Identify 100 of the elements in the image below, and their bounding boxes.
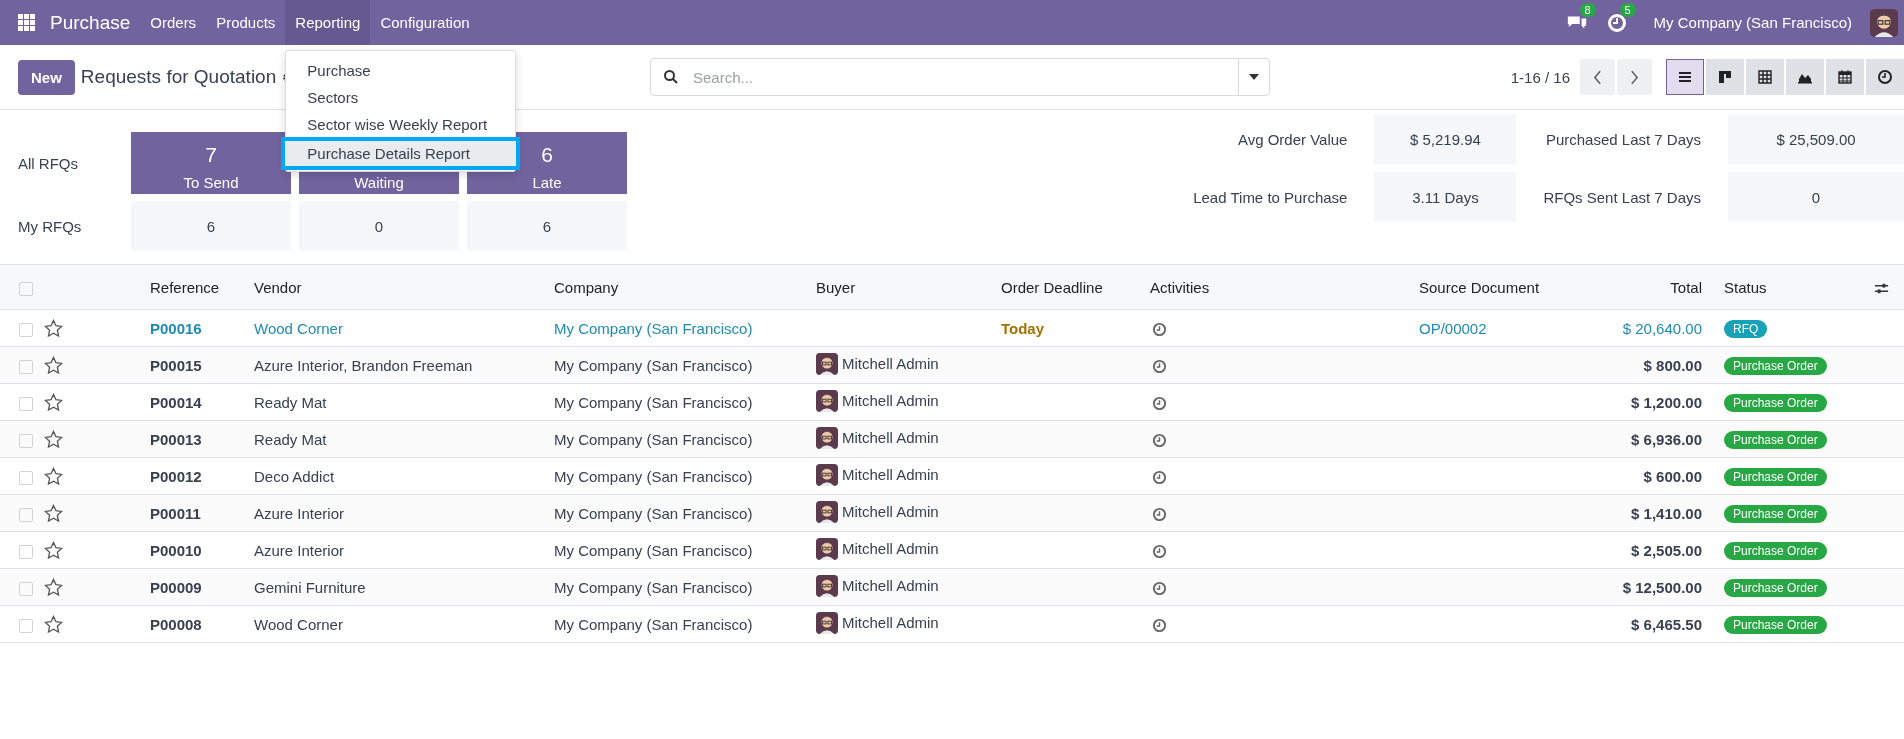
clock-icon[interactable] [1152,543,1167,559]
reference-cell: P00012 [150,467,202,485]
status-badge: Purchase Order [1724,504,1827,523]
clock-icon[interactable] [1152,432,1167,448]
avatar-icon [816,426,838,449]
column-header[interactable]: Company [554,278,619,296]
row-checkbox[interactable] [19,433,33,448]
clock-icon[interactable] [1605,12,1628,33]
company-cell: My Company (San Francisco) [554,356,753,374]
activity-count: 5 [1619,2,1636,17]
row-checkbox[interactable] [19,322,33,337]
clock-icon[interactable] [1152,617,1167,633]
buyer-cell: Mitchell Admin [842,540,939,557]
chevron-right-icon [1630,69,1639,85]
clock-icon[interactable] [1152,506,1167,522]
app-name[interactable]: Purchase [50,11,131,34]
clock-icon[interactable] [1152,358,1167,374]
clock-icon[interactable] [1152,580,1167,596]
row-checkbox[interactable] [19,359,33,374]
row-label: My RFQs [18,217,83,235]
star-icon[interactable] [44,540,63,560]
list-view-button[interactable] [1666,59,1704,95]
my-rfq-count[interactable]: 6 [131,201,291,251]
column-header[interactable]: Status [1724,278,1767,296]
rfq-count-tile[interactable]: 7 To Send [131,132,291,194]
row-checkbox[interactable] [19,396,33,411]
vendor-cell: Azure Interior, Brandon Freeman [254,356,473,374]
nav-menu-item[interactable]: Configuration [370,0,480,45]
row-checkbox[interactable] [19,470,33,485]
search-field[interactable]: Search... [650,58,1270,96]
clock-icon[interactable] [1152,469,1167,485]
nav-menu-item[interactable]: Products [206,0,286,45]
vendor-cell: Ready Mat [254,430,327,448]
dropdown-item[interactable]: Purchase Details Report [284,140,518,167]
column-header[interactable]: Vendor [254,278,302,296]
status-badge: Purchase Order [1724,356,1827,375]
column-header[interactable]: Total [1670,278,1702,296]
reference-cell: P00016 [150,319,202,337]
vendor-cell: Ready Mat [254,393,327,411]
status-badge: Purchase Order [1724,578,1827,597]
total-cell: $ 1,410.00 [1631,504,1702,522]
avatar-icon [816,537,838,560]
company-cell: My Company (San Francisco) [554,578,753,596]
my-rfq-count[interactable]: 6 [467,201,627,251]
search-input[interactable]: Search... [691,67,1238,87]
nav-menu-item[interactable]: Reporting [285,0,371,45]
app-grid-icon[interactable] [18,13,36,32]
clock-icon[interactable] [1152,395,1167,411]
dropdown-item[interactable]: Purchase [286,57,516,84]
activity-view-button[interactable] [1866,59,1904,95]
clock-icon [1877,69,1893,85]
clock-icon[interactable] [1152,321,1167,337]
star-icon[interactable] [44,355,63,375]
company-switcher[interactable]: My Company (San Francisco) [1653,14,1852,31]
calendar-icon [1837,69,1853,85]
star-icon[interactable] [44,466,63,486]
caret-icon[interactable] [1249,74,1259,80]
row-checkbox[interactable] [19,581,33,596]
stat-value: 0 [1728,172,1904,222]
column-header[interactable]: Buyer [816,278,856,296]
search-icon [663,69,679,85]
page-title: Requests for Quotation [80,66,277,88]
company-cell: My Company (San Francisco) [554,467,753,485]
calendar-view-button[interactable] [1826,59,1864,95]
star-icon[interactable] [44,429,63,449]
row-checkbox[interactable] [19,507,33,522]
table-grid-icon [1757,69,1773,85]
vendor-cell: Wood Corner [254,319,343,337]
star-icon[interactable] [44,614,63,634]
total-cell: $ 600.00 [1643,467,1702,485]
total-cell: $ 6,936.00 [1631,430,1702,448]
stat-value: $ 5,219.94 [1374,114,1517,165]
my-rfq-count[interactable]: 0 [299,201,459,251]
reference-cell: P00015 [150,356,202,374]
status-badge: Purchase Order [1724,615,1827,634]
buyer-cell: Mitchell Admin [842,503,939,520]
new-button[interactable]: New [18,59,75,95]
total-cell: $ 2,505.00 [1631,541,1702,559]
row-checkbox[interactable] [19,544,33,559]
column-header[interactable]: Activities [1150,278,1210,296]
vendor-cell: Deco Addict [254,467,335,485]
company-cell: My Company (San Francisco) [554,541,753,559]
star-icon[interactable] [44,577,63,597]
graph-view-button[interactable] [1786,59,1824,95]
pivot-view-button[interactable] [1746,59,1784,95]
reference-cell: P00011 [150,504,201,522]
stat-label: Avg Order Value [1236,131,1348,148]
dropdown-item[interactable]: Sectors [286,84,516,111]
star-icon[interactable] [44,503,63,523]
nav-menu-item[interactable]: Orders [140,0,207,45]
row-checkbox[interactable] [19,618,33,633]
kanban-view-button[interactable] [1706,59,1744,95]
select-all-checkbox[interactable] [19,281,33,296]
reference-cell: P00010 [150,541,202,559]
avatar-icon [1870,8,1898,37]
stat-label: Purchased Last 7 Days [1544,131,1701,148]
star-icon[interactable] [44,318,63,338]
reference-cell: P00013 [150,430,202,448]
star-icon[interactable] [44,392,63,412]
message-count: 8 [1579,2,1596,17]
